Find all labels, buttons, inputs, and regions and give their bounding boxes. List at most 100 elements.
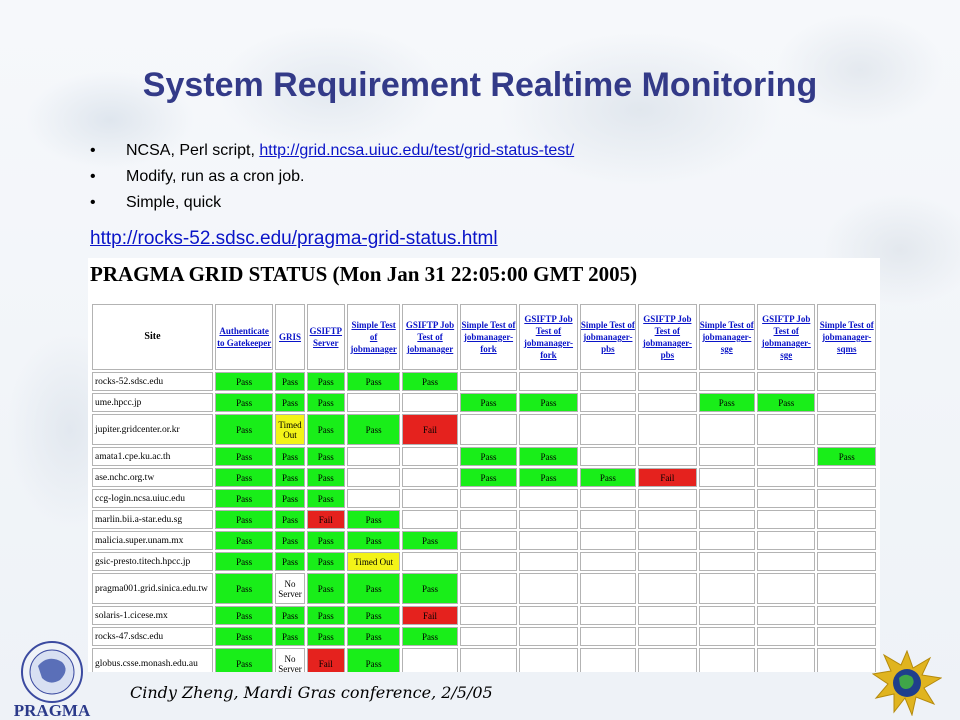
table-row: ume.hpcc.jp Pass Pass Pass Pass Pass Pass Pass	[92, 393, 876, 412]
site-name-cell: ccg-login.ncsa.uiuc.edu	[92, 489, 213, 508]
status-cell-pass: Pass	[275, 606, 305, 625]
status-cell-empty	[757, 531, 816, 550]
status-cell-empty	[638, 489, 697, 508]
status-cell-empty	[817, 489, 876, 508]
table-row: malicia.super.unam.mx Pass Pass Pass Pass Pas…	[92, 531, 876, 550]
status-cell-pass: Pass	[402, 627, 458, 646]
status-cell-empty	[698, 606, 755, 625]
status-cell-pass: Pass	[346, 573, 401, 604]
status-cell-empty	[698, 468, 755, 487]
grid-status-page-link[interactable]: http://rocks-52.sdsc.edu/pragma-grid-sta…	[90, 228, 498, 250]
status-cell-pass: Pass	[579, 468, 637, 487]
status-cell-no-server: No Server	[275, 573, 305, 604]
table-row: pragma001.grid.sinica.edu.tw Pass No Serve…	[92, 573, 876, 604]
status-cell-empty	[519, 414, 578, 445]
status-cell-empty	[402, 648, 458, 672]
status-cell-empty	[817, 606, 876, 625]
status-cell-empty	[698, 552, 755, 571]
bullet-glyph: •	[90, 168, 96, 185]
status-cell-empty	[757, 372, 816, 391]
column-header-link[interactable]: Authenticate to Gatekeeper	[214, 304, 274, 370]
column-header-link[interactable]: Simple Test of jobmanager-fork	[459, 304, 518, 370]
status-cell-pass: Pass	[346, 627, 401, 646]
status-cell-pass: Pass	[459, 468, 518, 487]
status-cell-empty	[698, 414, 755, 445]
status-cell-empty	[698, 648, 755, 672]
column-header-link[interactable]: Simple Test of jobmanager-sge	[698, 304, 755, 370]
status-cell-empty	[817, 468, 876, 487]
status-cell-empty	[817, 627, 876, 646]
bullet-glyph: •	[90, 194, 96, 211]
status-cell-empty	[346, 489, 401, 508]
status-cell-empty	[757, 468, 816, 487]
status-cell-pass: Pass	[306, 531, 345, 550]
column-header-link[interactable]: GSIFTP Job Test of jobmanager-fork	[519, 304, 578, 370]
site-name-cell: gsic-presto.titech.hpcc.jp	[92, 552, 213, 571]
table-row: rocks-52.sdsc.edu Pass Pass Pass Pass Pass	[92, 372, 876, 391]
status-cell-pass: Pass	[757, 393, 816, 412]
status-cell-pass: Pass	[214, 414, 274, 445]
status-cell-empty	[579, 414, 637, 445]
ncsa-script-link[interactable]: http://grid.ncsa.uiuc.edu/test/grid-stat…	[259, 142, 574, 159]
site-name-cell: amata1.cpe.ku.ac.th	[92, 447, 213, 466]
status-cell-pass: Pass	[214, 606, 274, 625]
status-cell-pass: Pass	[214, 489, 274, 508]
status-cell-pass: Pass	[346, 510, 401, 529]
grid-status-table: Site Authenticate to Gatekeeper GRIS GSIFTP…	[90, 302, 878, 672]
status-cell-pass: Pass	[275, 468, 305, 487]
status-cell-empty	[757, 510, 816, 529]
status-cell-pass: Pass	[275, 627, 305, 646]
column-header-link[interactable]: GSIFTP Job Test of jobmanager	[402, 304, 458, 370]
status-cell-empty	[757, 627, 816, 646]
status-cell-empty	[579, 510, 637, 529]
status-cell-empty	[402, 468, 458, 487]
bullet-text: NCSA, Perl script,	[126, 142, 260, 159]
status-cell-empty	[698, 510, 755, 529]
status-cell-pass: Pass	[275, 510, 305, 529]
bullet-item: • Modify, run as a cron job.	[90, 164, 574, 190]
column-header-link[interactable]: GSIFTP Job Test of jobmanager-sge	[757, 304, 816, 370]
status-cell-empty	[579, 393, 637, 412]
column-header-link[interactable]: GSIFTP Job Test of jobmanager-pbs	[638, 304, 697, 370]
status-cell-empty	[519, 627, 578, 646]
pragma-logo: PRAGMA	[14, 641, 91, 720]
status-cell-empty	[579, 489, 637, 508]
status-cell-pass: Pass	[306, 372, 345, 391]
status-cell-pass: Pass	[346, 531, 401, 550]
status-cell-empty	[638, 573, 697, 604]
column-header-link[interactable]: Simple Test of jobmanager-pbs	[579, 304, 637, 370]
status-cell-pass: Pass	[459, 393, 518, 412]
column-header-link[interactable]: GRIS	[275, 304, 305, 370]
status-cell-empty	[402, 393, 458, 412]
status-cell-empty	[638, 531, 697, 550]
status-cell-empty	[638, 447, 697, 466]
status-cell-empty	[459, 573, 518, 604]
status-cell-empty	[638, 414, 697, 445]
status-cell-empty	[817, 573, 876, 604]
bullet-item: • Simple, quick	[90, 190, 574, 216]
site-name-cell: marlin.bii.a-star.edu.sg	[92, 510, 213, 529]
status-cell-pass: Pass	[214, 372, 274, 391]
status-cell-pass: Pass	[275, 372, 305, 391]
status-cell-empty	[757, 648, 816, 672]
status-cell-empty	[459, 531, 518, 550]
status-cell-empty	[346, 468, 401, 487]
status-cell-empty	[459, 510, 518, 529]
status-cell-empty	[579, 552, 637, 571]
status-cell-pass: Pass	[214, 447, 274, 466]
column-header-link[interactable]: Simple Test of jobmanager-sqms	[817, 304, 876, 370]
status-cell-empty	[638, 627, 697, 646]
status-cell-empty	[402, 510, 458, 529]
status-cell-pass: Pass	[346, 372, 401, 391]
status-cell-pass: Pass	[346, 606, 401, 625]
status-cell-fail: Fail	[402, 606, 458, 625]
status-cell-pass: Pass	[519, 393, 578, 412]
site-name-cell: rocks-47.sdsc.edu	[92, 627, 213, 646]
column-header-link[interactable]: Simple Test of jobmanager	[346, 304, 401, 370]
column-header-link[interactable]: GSIFTP Server	[306, 304, 345, 370]
status-cell-empty	[817, 414, 876, 445]
bullet-text: Simple, quick	[126, 194, 222, 211]
status-cell-empty	[459, 627, 518, 646]
status-cell-empty	[638, 552, 697, 571]
status-cell-no-server: No Server	[275, 648, 305, 672]
